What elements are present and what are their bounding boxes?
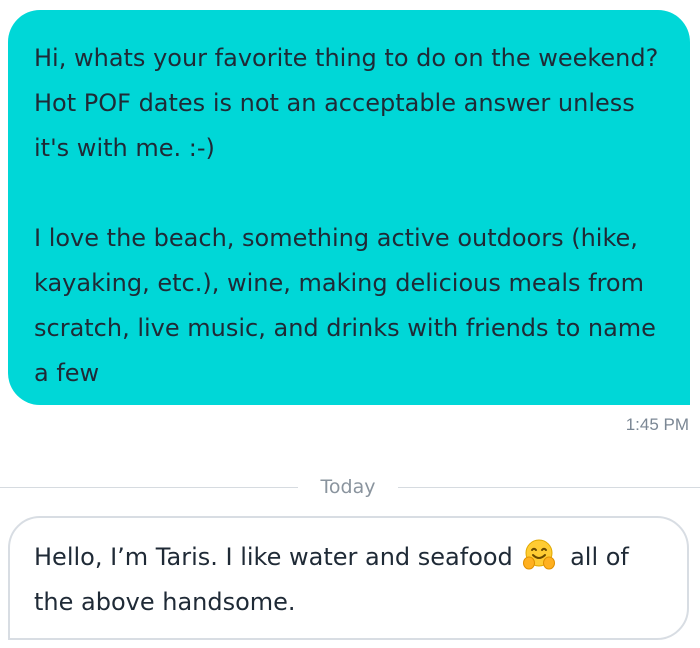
received-message-text-start: Hello, I’m Taris. I like water and seafo… — [34, 543, 513, 571]
divider-line-left — [0, 487, 298, 488]
sent-message-bubble[interactable]: Hi, whats your favorite thing to do on t… — [8, 10, 690, 405]
received-message-bubble[interactable]: Hello, I’m Taris. I like water and seafo… — [8, 516, 689, 640]
date-divider-label: Today — [320, 476, 376, 498]
sent-message-paragraph-2: I love the beach, something active outdo… — [34, 224, 656, 387]
divider-line-right — [398, 487, 700, 488]
message-timestamp: 1:45 PM — [625, 415, 689, 434]
date-divider: Today — [0, 474, 700, 500]
sent-message-paragraph-1: Hi, whats your favorite thing to do on t… — [34, 44, 659, 162]
hugging-face-icon — [522, 538, 556, 572]
